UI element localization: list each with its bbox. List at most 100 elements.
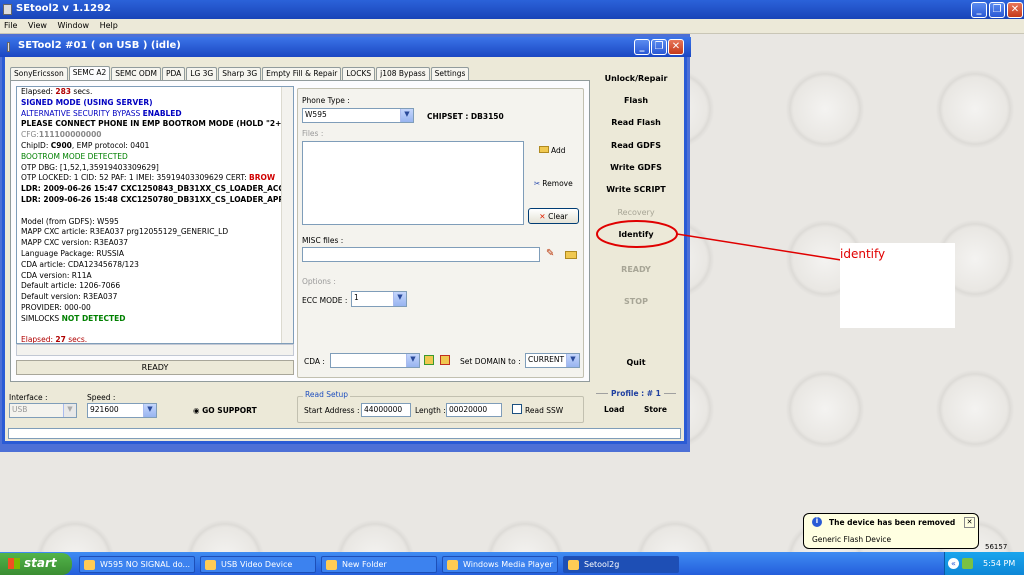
- read-ssw-label: Read SSW: [525, 406, 564, 415]
- chevron-down-icon: ▼: [393, 292, 406, 306]
- speed-value: 921600: [90, 405, 119, 414]
- log-line: MAPP CXC version: R3EA037: [19, 238, 293, 249]
- taskbar-item-usb-video[interactable]: USB Video Device: [200, 556, 316, 573]
- clear-label: Clear: [548, 212, 568, 221]
- go-support-button[interactable]: ◉ GO SUPPORT: [193, 406, 257, 415]
- flash-button[interactable]: Flash: [596, 96, 676, 105]
- chevron-down-icon: ▼: [566, 354, 579, 367]
- menu-window[interactable]: Window: [53, 19, 93, 30]
- inner-close-button[interactable]: ✕: [668, 39, 684, 55]
- store-button[interactable]: Store: [644, 405, 667, 414]
- interface-label: Interface :: [9, 393, 48, 402]
- length-input[interactable]: 00020000: [446, 403, 502, 417]
- tab-j108-bypass[interactable]: j108 Bypass: [376, 67, 430, 80]
- pencil-icon[interactable]: ✎: [546, 248, 554, 259]
- options-label: Options :: [302, 277, 336, 286]
- safely-remove-hardware-icon[interactable]: [962, 558, 973, 569]
- ecc-mode-select[interactable]: 1 ▼: [351, 291, 407, 307]
- quit-button[interactable]: Quit: [596, 358, 676, 367]
- log-horizontal-scrollbar[interactable]: [16, 344, 294, 356]
- annotation-overlay: [596, 220, 842, 261]
- add-cda-icon[interactable]: [424, 355, 434, 365]
- tray-expand-icon[interactable]: «: [948, 558, 959, 569]
- remove-cda-icon[interactable]: [440, 355, 450, 365]
- log-line: BOOTROM MODE DETECTED: [19, 152, 293, 163]
- start-address-input[interactable]: 44000000: [361, 403, 411, 417]
- write-script-button[interactable]: Write SCRIPT: [596, 185, 676, 194]
- misc-files-input[interactable]: [302, 247, 540, 262]
- phone-type-value: W595: [305, 110, 327, 119]
- maximize-button[interactable]: ❐: [989, 2, 1005, 18]
- tab-locks[interactable]: LOCKS: [342, 67, 376, 80]
- log-line: PROVIDER: 000-00: [19, 303, 293, 314]
- go-support-label: GO SUPPORT: [202, 406, 257, 415]
- read-gdfs-button[interactable]: Read GDFS: [596, 141, 676, 150]
- taskbar-item-new-folder[interactable]: New Folder: [321, 556, 437, 573]
- tab-pda[interactable]: PDA: [161, 67, 186, 80]
- log-line: Language Package: RUSSIA: [19, 249, 293, 260]
- log-line: Default article: 1206-7066: [19, 281, 293, 292]
- tab-sharp-3g[interactable]: Sharp 3G: [218, 67, 262, 80]
- read-ssw-checkbox[interactable]: [512, 404, 522, 414]
- chipset-label: CHIPSET : DB3150: [427, 112, 504, 121]
- phone-type-select[interactable]: W595 ▼: [302, 108, 414, 123]
- window-icon: [7, 42, 10, 52]
- log-highlight: 283: [55, 87, 72, 96]
- start-label: start: [24, 556, 57, 570]
- recovery-button[interactable]: Recovery: [596, 208, 676, 217]
- folder-icon[interactable]: [565, 251, 577, 259]
- tab-semc-a2[interactable]: SEMC A2: [68, 66, 111, 80]
- speed-label: Speed :: [87, 393, 116, 402]
- balloon-close-icon[interactable]: ✕: [964, 517, 975, 528]
- log-text: PLEASE CONNECT PHONE IN EMP BOOTROM MODE…: [21, 119, 294, 129]
- log-text: Language Package: RUSSIA: [21, 248, 124, 258]
- taskbar-item-browser[interactable]: W595 NO SIGNAL do...: [79, 556, 195, 573]
- minimize-button[interactable]: _: [971, 2, 987, 18]
- progress-bar: [8, 428, 681, 439]
- tab-sonyericsson[interactable]: SonyEricsson: [10, 67, 68, 80]
- start-address-label: Start Address :: [304, 406, 360, 415]
- unlock-repair-button[interactable]: Unlock/Repair: [596, 74, 676, 83]
- video-icon: [205, 560, 216, 570]
- files-list[interactable]: [302, 141, 524, 225]
- tab-semc-odm[interactable]: SEMC ODM: [111, 67, 161, 80]
- log-text: LDR: 2009-06-26 15:48 CXC1250780_DB31XX_…: [21, 194, 284, 204]
- clock: 5:54 PM: [983, 559, 1016, 568]
- menu-file[interactable]: File: [0, 19, 21, 30]
- start-button[interactable]: start: [0, 553, 72, 575]
- clear-button[interactable]: ✕ Clear: [528, 208, 579, 224]
- load-button[interactable]: Load: [604, 405, 624, 414]
- log-line: SIGNED MODE (USING SERVER): [19, 98, 293, 109]
- add-label: Add: [551, 146, 566, 155]
- domain-select[interactable]: CURRENT ▼: [525, 353, 580, 368]
- log-output[interactable]: Elapsed: 283 secs. SIGNED MODE (USING SER…: [16, 86, 294, 344]
- log-text: PROVIDER: 000-00: [21, 302, 91, 312]
- taskbar-item-media-player[interactable]: Windows Media Player: [442, 556, 558, 573]
- chevron-down-icon: ▼: [143, 404, 156, 417]
- cda-select[interactable]: ▼: [330, 353, 420, 368]
- taskbar-item-setool[interactable]: Setool2g: [563, 556, 679, 573]
- log-highlight: BROW: [249, 173, 276, 183]
- inner-maximize-button[interactable]: ❐: [651, 39, 667, 55]
- cda-label: CDA :: [304, 357, 325, 366]
- speed-select[interactable]: 921600 ▼: [87, 403, 157, 418]
- stop-button[interactable]: STOP: [596, 297, 676, 306]
- inner-minimize-button[interactable]: _: [634, 39, 650, 55]
- add-button[interactable]: Add: [539, 146, 566, 155]
- menu-view[interactable]: View: [24, 19, 51, 30]
- desktop-label: 56157: [985, 543, 1008, 551]
- tab-empty-fill-repair[interactable]: Empty Fill & Repair: [262, 67, 342, 80]
- log-line: CFG:111100000000: [19, 130, 293, 141]
- menu-help[interactable]: Help: [96, 19, 122, 30]
- close-button[interactable]: ✕: [1007, 2, 1023, 18]
- tab-settings[interactable]: Settings: [430, 67, 470, 80]
- remove-button[interactable]: ✂ Remove: [534, 179, 573, 188]
- log-vertical-scrollbar[interactable]: [281, 87, 293, 343]
- log-text: CFG:: [21, 130, 39, 140]
- log-text: ChipID:: [21, 140, 51, 150]
- tab-lg-3g[interactable]: LG 3G: [186, 67, 218, 80]
- read-flash-button[interactable]: Read Flash: [596, 118, 676, 127]
- write-gdfs-button[interactable]: Write GDFS: [596, 163, 676, 172]
- interface-select[interactable]: USB ▼: [9, 403, 77, 418]
- log-highlight: C900: [50, 140, 72, 150]
